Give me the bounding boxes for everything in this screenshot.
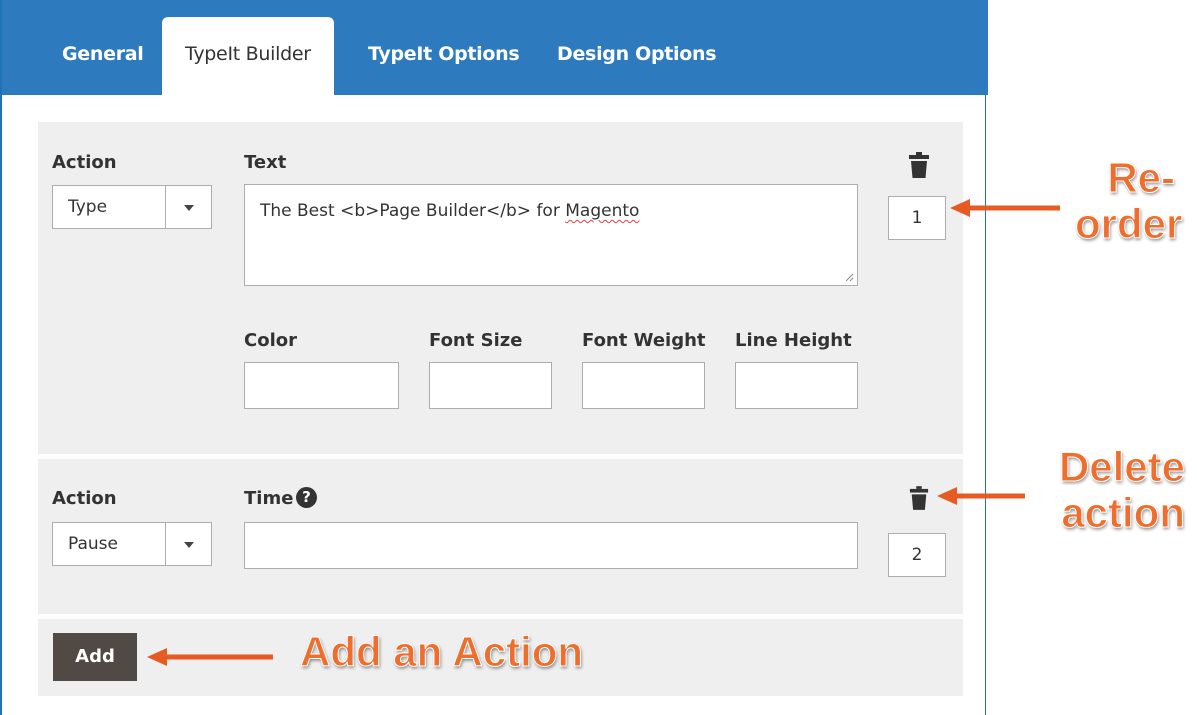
color-label: Color	[244, 330, 297, 351]
typeit-editor-frame: General TypeIt Builder TypeIt Options De…	[0, 0, 988, 715]
action-row-1: Action Type Text The Best <b>Page Builde…	[38, 122, 963, 454]
trash-icon[interactable]	[908, 152, 930, 178]
action-row-2: Action Pause Time ? 2	[38, 459, 963, 614]
delete-arrow-icon	[937, 487, 1025, 505]
time-label: Time	[244, 488, 294, 509]
tab-typeit-builder[interactable]: TypeIt Builder	[162, 17, 334, 95]
tab-design-options[interactable]: Design Options	[557, 43, 717, 65]
font-weight-label: Font Weight	[582, 330, 706, 351]
chevron-down-icon[interactable]	[165, 186, 211, 228]
add-annotation: Add an Action	[300, 628, 584, 676]
time-field[interactable]	[244, 522, 858, 569]
text-label: Text	[244, 152, 287, 173]
action-select-value: Type	[68, 197, 108, 217]
action-label: Action	[52, 488, 117, 509]
help-icon[interactable]: ?	[296, 487, 317, 508]
line-height-label: Line Height	[735, 330, 852, 351]
tab-typeit-options[interactable]: TypeIt Options	[368, 43, 520, 65]
text-value: The Best <b>Page Builder</b> for Magento	[260, 201, 640, 221]
resize-handle-icon[interactable]	[844, 272, 854, 282]
action-label: Action	[52, 152, 117, 173]
reorder-annotation: Re- order	[1075, 154, 1183, 247]
add-action-button[interactable]: Add	[53, 633, 137, 681]
tab-bar: General TypeIt Builder TypeIt Options De…	[2, 0, 988, 95]
order-input[interactable]: 1	[888, 196, 946, 240]
line-height-field[interactable]	[735, 362, 858, 409]
font-size-field[interactable]	[429, 362, 552, 409]
font-size-label: Font Size	[429, 330, 523, 351]
reorder-arrow-icon	[950, 199, 1060, 217]
delete-annotation: Delete action	[1058, 443, 1185, 536]
action-select[interactable]: Pause	[52, 522, 212, 566]
order-input[interactable]: 2	[888, 533, 946, 577]
chevron-down-icon[interactable]	[165, 523, 211, 565]
color-field[interactable]	[244, 362, 399, 409]
add-arrow-icon	[147, 648, 273, 666]
action-select-value: Pause	[68, 534, 118, 554]
font-weight-field[interactable]	[582, 362, 705, 409]
action-select[interactable]: Type	[52, 185, 212, 229]
text-textarea[interactable]: The Best <b>Page Builder</b> for Magento	[244, 184, 858, 286]
trash-icon[interactable]	[909, 486, 929, 510]
tab-general[interactable]: General	[62, 43, 144, 65]
